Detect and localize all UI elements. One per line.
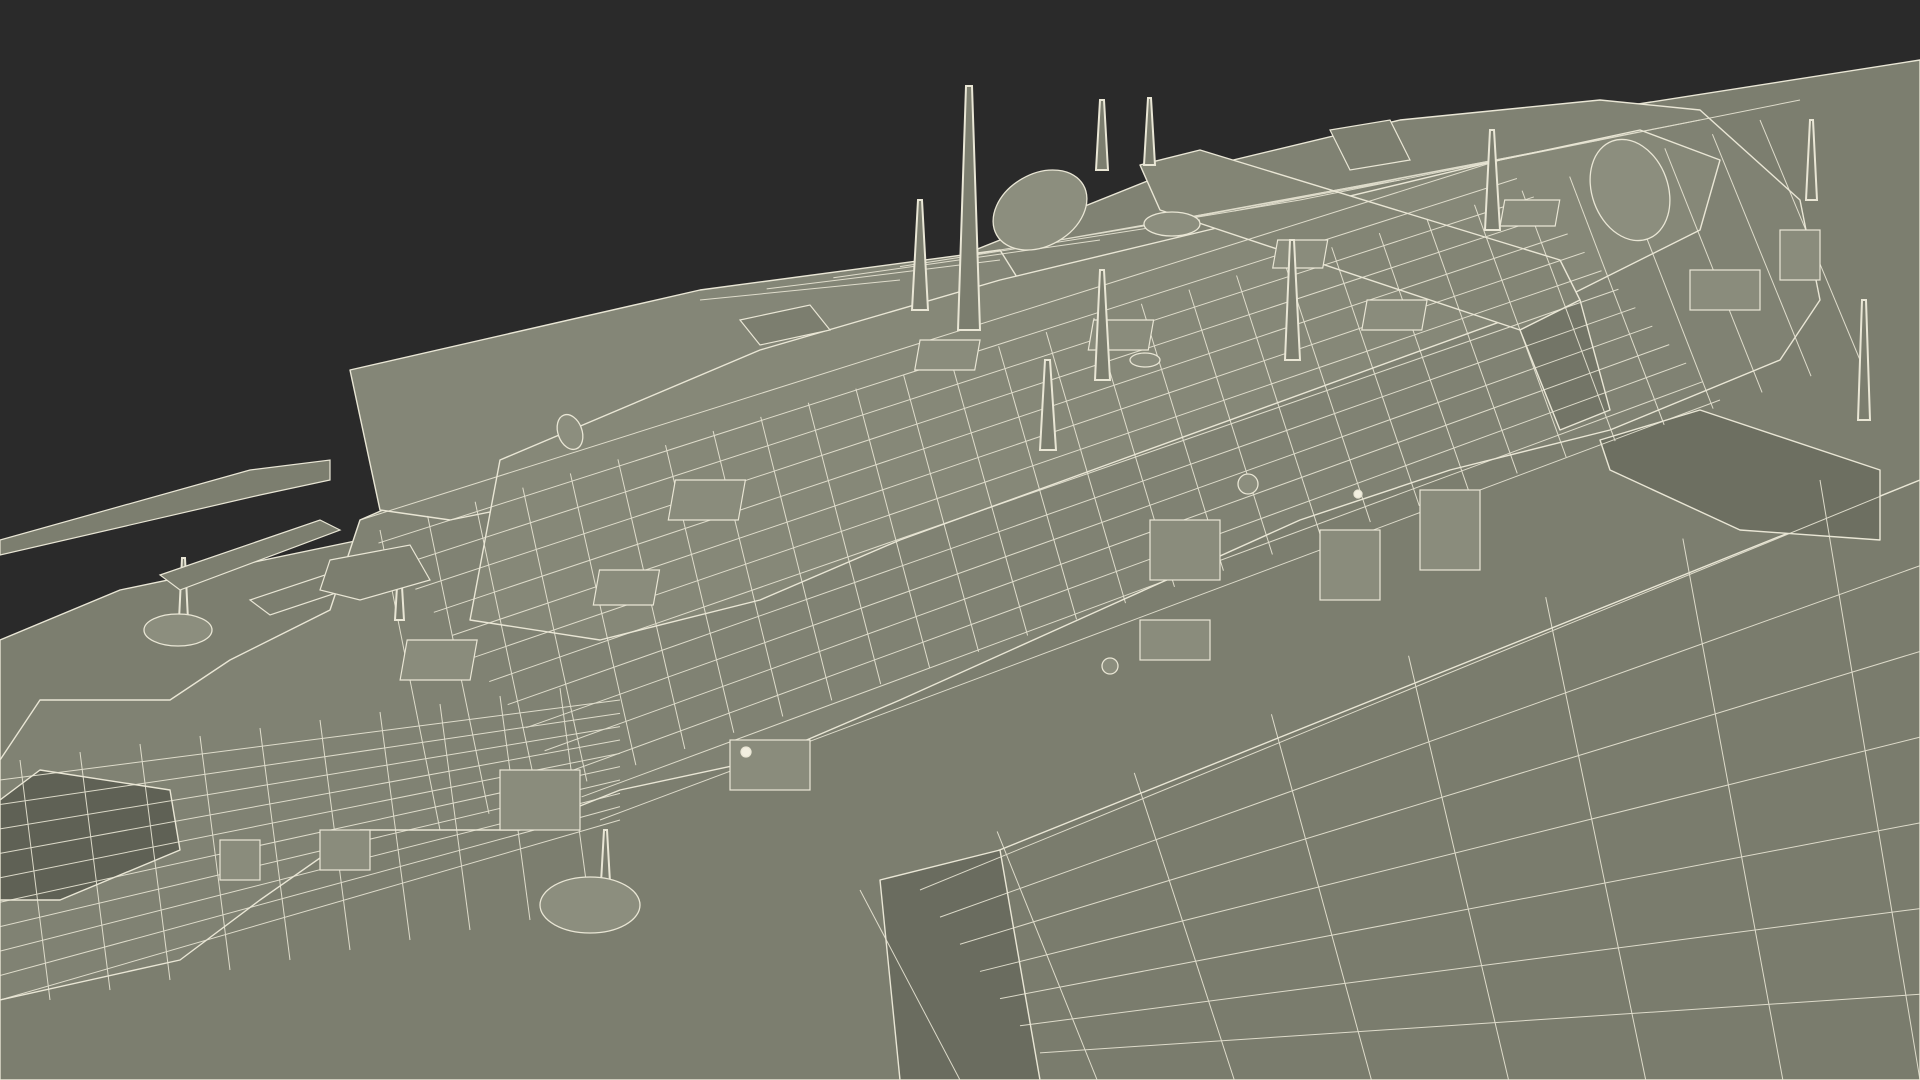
radar-disc — [539, 876, 641, 934]
panel — [729, 739, 811, 791]
radar-disc — [143, 613, 213, 647]
wireframe-render — [0, 0, 1920, 1080]
panel — [667, 479, 747, 521]
panel — [1361, 299, 1428, 331]
panel — [219, 839, 261, 881]
radar-disc — [1129, 352, 1161, 368]
panel — [1499, 199, 1561, 227]
radar-disc — [1143, 211, 1201, 237]
panel — [1419, 489, 1481, 571]
panel — [1319, 529, 1381, 601]
porthole — [1101, 657, 1119, 675]
render-viewport — [0, 0, 1920, 1080]
panel — [1149, 519, 1221, 581]
panel — [1779, 229, 1821, 281]
porthole-light — [740, 746, 752, 758]
panel — [1689, 269, 1761, 311]
panel — [592, 569, 661, 606]
panel — [319, 829, 371, 871]
porthole — [1237, 473, 1259, 495]
panel — [399, 639, 478, 681]
porthole-light — [1353, 489, 1363, 499]
panel — [499, 769, 581, 831]
panel — [1272, 239, 1329, 269]
panel — [1139, 619, 1211, 661]
panel — [914, 339, 981, 371]
